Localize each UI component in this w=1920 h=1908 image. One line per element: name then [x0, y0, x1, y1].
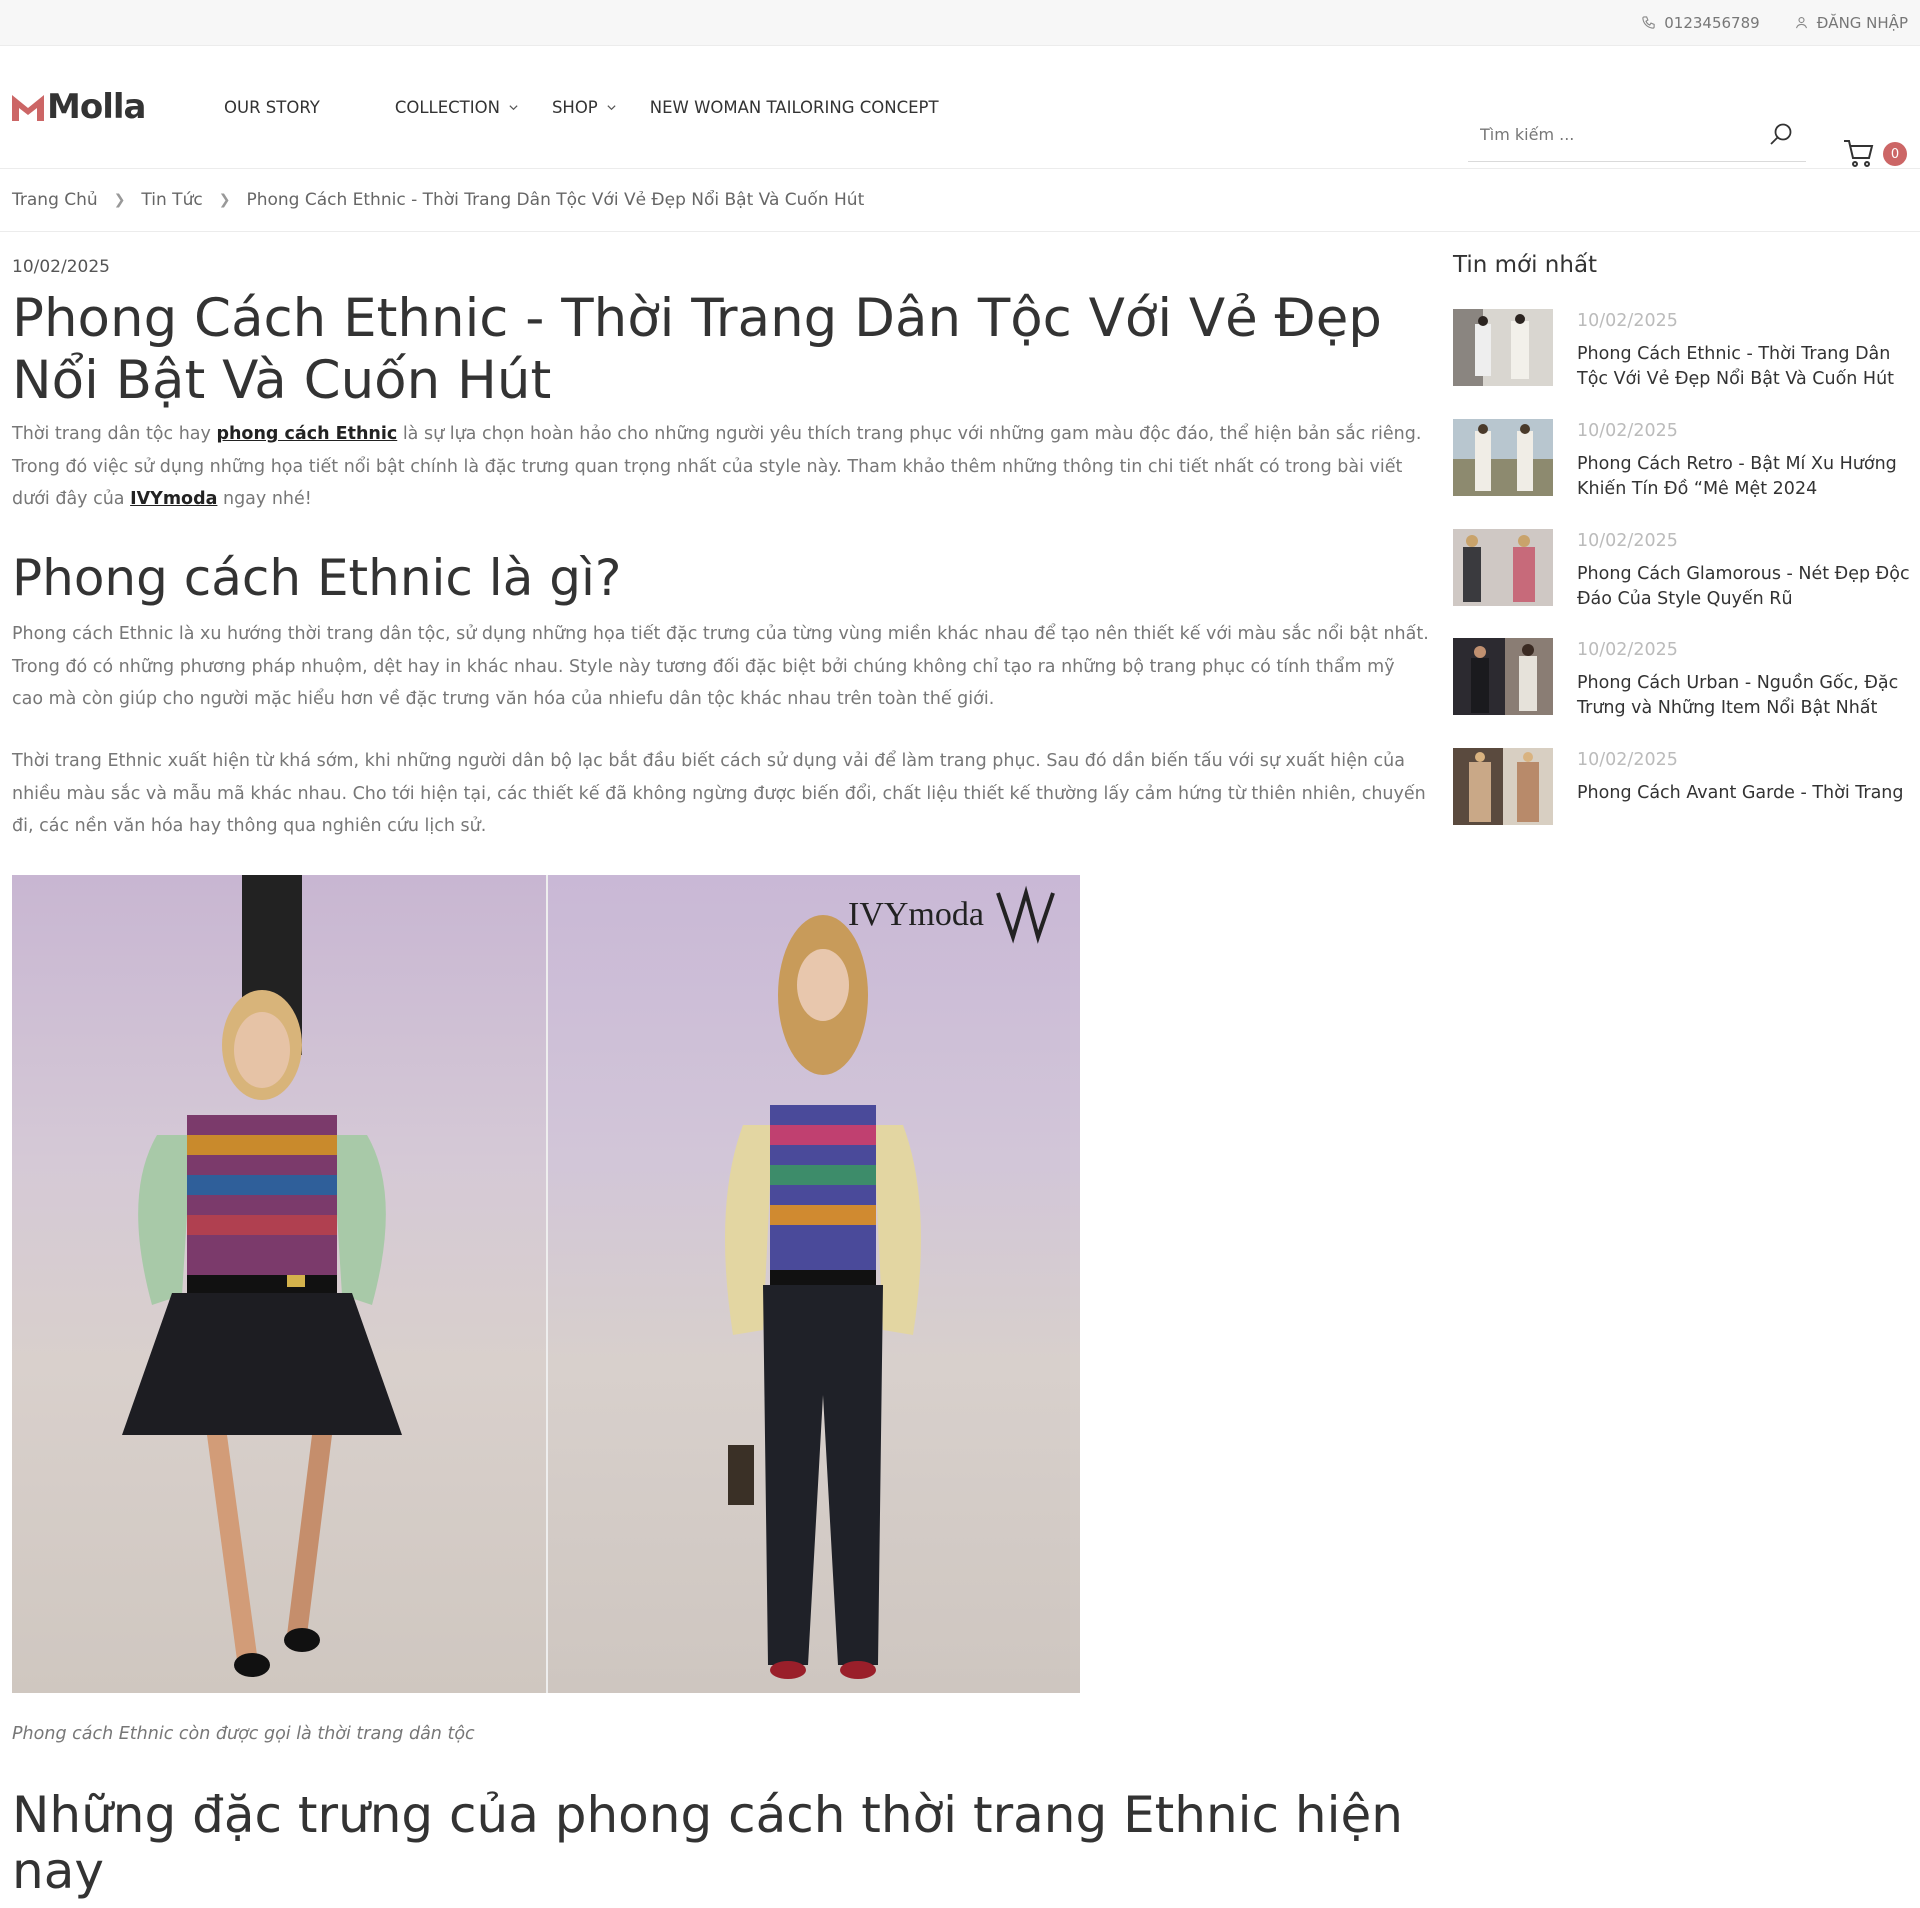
post-title[interactable]: Phong Cách Urban - Nguồn Gốc, Đặc Trưng …: [1577, 671, 1913, 720]
latest-post-item[interactable]: 10/02/2025 Phong Cách Avant Garde - Thời…: [1453, 748, 1913, 828]
article-paragraph: Thời trang Ethnic xuất hiện từ khá sớm, …: [12, 751, 1426, 836]
cart-button[interactable]: 0: [1843, 138, 1909, 172]
nav-collection[interactable]: COLLECTION: [395, 98, 519, 117]
top-bar: 0123456789 ĐĂNG NHẬP: [0, 0, 1920, 46]
post-date: 10/02/2025: [1577, 421, 1678, 441]
latest-post-item[interactable]: 10/02/2025 Phong Cách Glamorous - Nét Đẹ…: [1453, 529, 1913, 609]
section-heading: Phong cách Ethnic là gì?: [12, 549, 622, 607]
post-thumbnail[interactable]: [1453, 748, 1553, 825]
login-label: ĐĂNG NHẬP: [1816, 13, 1908, 32]
chevron-right-icon: ❯: [113, 192, 126, 208]
nav-shop[interactable]: SHOP: [552, 98, 617, 117]
search-input[interactable]: [1480, 125, 1740, 144]
logo-mark-icon: [12, 95, 44, 121]
intro-text: Thời trang dân tộc hay: [12, 424, 217, 444]
user-icon: [1795, 16, 1807, 29]
chevron-down-icon: [509, 104, 518, 110]
phone-icon: [1642, 16, 1655, 29]
nav-label: OUR STORY: [224, 97, 320, 117]
article-date: 10/02/2025: [12, 257, 110, 277]
runway-photo-right: IVYmoda: [546, 875, 1080, 1693]
article-title: Phong Cách Ethnic - Thời Trang Dân Tộc V…: [12, 288, 1382, 411]
ivymoda-link[interactable]: IVYmoda: [130, 489, 217, 509]
post-thumbnail[interactable]: [1453, 419, 1553, 496]
nav-label: NEW WOMAN TAILORING CONCEPT: [649, 97, 939, 117]
site-logo[interactable]: Molla: [12, 87, 212, 127]
post-date: 10/02/2025: [1577, 531, 1678, 551]
breadcrumb-home[interactable]: Trang Chủ: [12, 190, 98, 210]
image-caption: Phong cách Ethnic còn được gọi là thời t…: [12, 1724, 475, 1744]
breadcrumb-news[interactable]: Tin Tức: [141, 190, 202, 210]
post-date: 10/02/2025: [1577, 311, 1678, 331]
section-heading: Những đặc trưng của phong cách thời tran…: [12, 1786, 1403, 1900]
ethnic-style-link[interactable]: phong cách Ethnic: [216, 424, 397, 444]
latest-post-item[interactable]: 10/02/2025 Phong Cách Urban - Nguồn Gốc,…: [1453, 638, 1913, 718]
intro-text: ngay nhé!: [217, 489, 312, 509]
search-icon[interactable]: [1768, 122, 1794, 148]
logo-text: Molla: [47, 87, 146, 127]
main-nav: OUR STORY COLLECTION SHOP NEW WOMAN TAIL…: [212, 46, 939, 168]
post-title[interactable]: Phong Cách Retro - Bật Mí Xu Hướng Khiến…: [1577, 452, 1913, 501]
sidebar-heading: Tin mới nhất: [1453, 252, 1598, 278]
phone-link[interactable]: 0123456789: [1641, 13, 1760, 32]
chevron-right-icon: ❯: [218, 192, 231, 208]
post-thumbnail[interactable]: [1453, 309, 1553, 386]
post-title[interactable]: Phong Cách Glamorous - Nét Đẹp Độc Đáo C…: [1577, 562, 1913, 611]
latest-post-item[interactable]: 10/02/2025 Phong Cách Retro - Bật Mí Xu …: [1453, 419, 1913, 499]
nav-label: COLLECTION: [394, 97, 500, 117]
article-intro: Thời trang dân tộc hay phong cách Ethnic…: [12, 418, 1430, 516]
nav-tailoring-concept[interactable]: NEW WOMAN TAILORING CONCEPT: [650, 98, 939, 117]
post-thumbnail[interactable]: [1453, 638, 1553, 715]
login-link[interactable]: ĐĂNG NHẬP: [1794, 14, 1908, 32]
article-paragraph: Phong cách Ethnic là xu hướng thời trang…: [12, 624, 1429, 709]
post-title[interactable]: Phong Cách Ethnic - Thời Trang Dân Tộc V…: [1577, 342, 1913, 391]
post-date: 10/02/2025: [1577, 640, 1678, 660]
cart-icon: [1844, 140, 1874, 167]
post-thumbnail[interactable]: [1453, 529, 1553, 606]
article-image: IVYmoda: [12, 875, 1080, 1693]
site-header: Molla OUR STORY COLLECTION SHOP NEW WOMA…: [0, 46, 1920, 169]
ivymoda-watermark: IVYmoda: [848, 896, 984, 933]
search-box: [1468, 108, 1806, 162]
cart-count-badge: 0: [1883, 142, 1907, 166]
breadcrumb-current: Phong Cách Ethnic - Thời Trang Dân Tộc V…: [246, 190, 865, 210]
nav-label: SHOP: [551, 97, 598, 117]
post-title[interactable]: Phong Cách Avant Garde - Thời Trang: [1577, 781, 1913, 806]
phone-number: 0123456789: [1664, 13, 1760, 32]
nav-our-story[interactable]: OUR STORY: [224, 98, 320, 117]
breadcrumb: Trang Chủ ❯ Tin Tức ❯ Phong Cách Ethnic …: [0, 169, 1920, 232]
post-date: 10/02/2025: [1577, 750, 1678, 770]
chevron-down-icon: [607, 104, 616, 110]
latest-post-item[interactable]: 10/02/2025 Phong Cách Ethnic - Thời Tran…: [1453, 309, 1913, 389]
runway-photo-left: [12, 875, 546, 1693]
